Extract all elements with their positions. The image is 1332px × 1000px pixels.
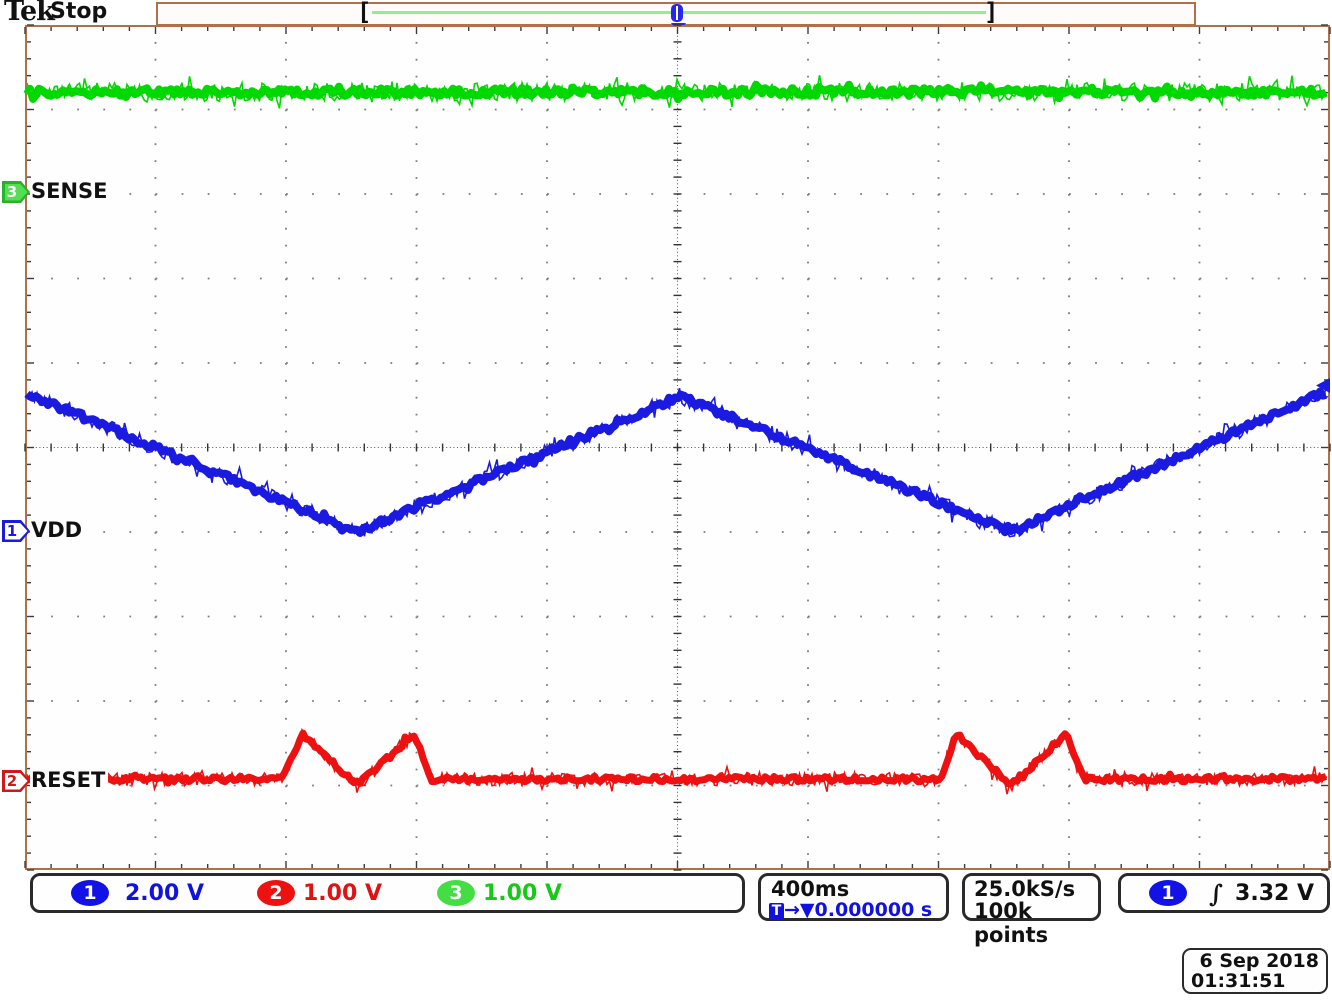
trace-reset-noise: [27, 730, 1327, 794]
ch2-scale: 1.00 V: [303, 881, 382, 906]
ch1-badge: 1: [71, 880, 109, 906]
t-icon: T: [769, 903, 784, 920]
ch1-scale: 2.00 V: [125, 881, 204, 906]
trigger-source-badge: 1: [1149, 880, 1187, 906]
waveform-display: [0, 0, 1332, 1000]
ch1-ground-marker: 1: [2, 520, 30, 542]
sample-rate: 25.0kS/s: [974, 877, 1075, 901]
channel-scales-readout: 1 2.00 V 2 1.00 V 3 1.00 V: [30, 873, 745, 913]
ch2-label: RESET: [30, 768, 108, 792]
date-value: 6 Sep 2018: [1199, 950, 1319, 972]
trigger-slope-icon: ∫: [1209, 879, 1223, 908]
horizontal-readout: 400ms T→▼0.000000 s: [758, 873, 949, 921]
ch1-label: VDD: [30, 518, 85, 542]
trigger-position-readout: T→▼0.000000 s: [769, 899, 932, 921]
datetime-box: 6 Sep 2018 01:31:51: [1182, 948, 1328, 994]
timebase-value: 400ms: [771, 877, 849, 901]
acquisition-readout: 25.0kS/s 100k points: [962, 873, 1101, 921]
cursor-icon: ▼: [800, 899, 815, 921]
trace-vdd: [27, 392, 1326, 533]
trigger-position-value: 0.000000 s: [815, 899, 933, 921]
trace-reset: [27, 733, 1326, 784]
ch3-ground-marker: 3: [2, 181, 30, 203]
ch2-ground-marker: 2: [2, 770, 30, 792]
ch3-badge: 3: [437, 880, 475, 906]
arrow-icon: →: [784, 899, 800, 921]
record-length: 100k points: [974, 899, 1098, 947]
trigger-readout: 1 ∫ 3.32 V: [1118, 873, 1330, 913]
time-value: 01:31:51: [1191, 970, 1286, 992]
ch2-badge: 2: [257, 880, 295, 906]
trigger-level-value: 3.32 V: [1235, 881, 1314, 906]
ch3-scale: 1.00 V: [483, 881, 562, 906]
ch3-label: SENSE: [30, 179, 111, 203]
